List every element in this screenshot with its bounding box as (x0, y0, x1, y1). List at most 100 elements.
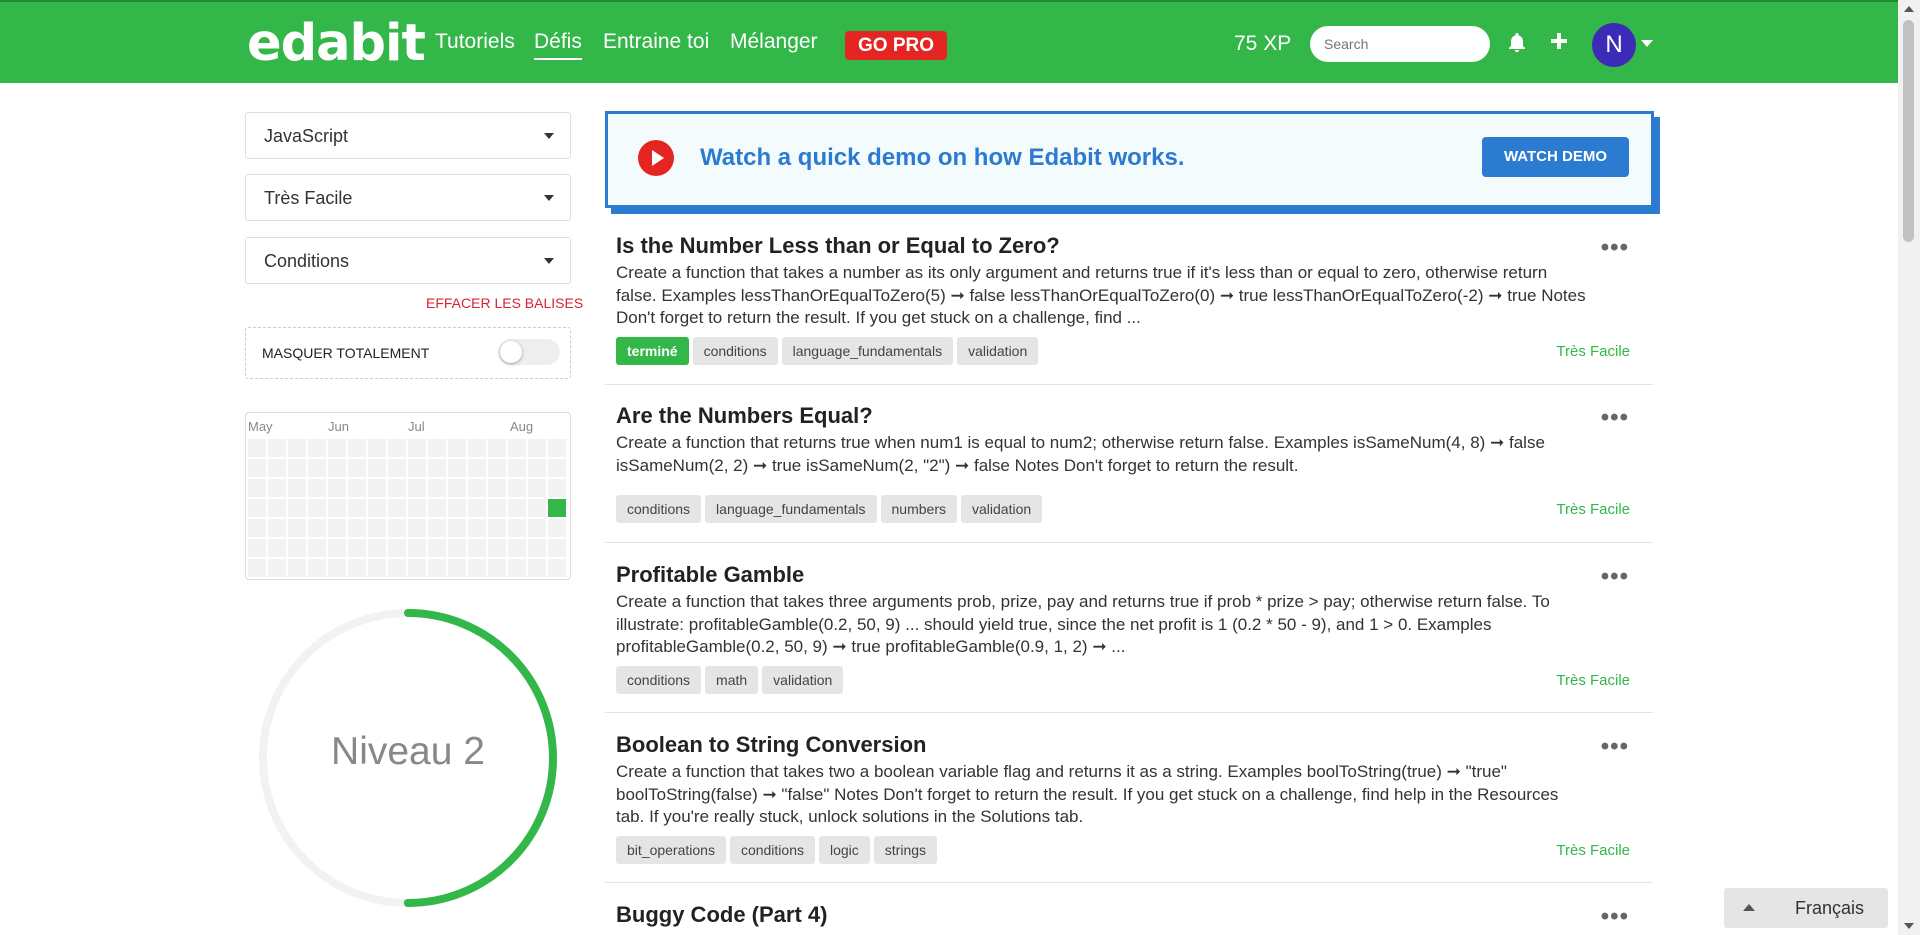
heatmap-cell (268, 519, 286, 537)
more-options-icon[interactable]: ••• (1601, 563, 1629, 591)
heatmap-cell (508, 539, 526, 557)
heatmap-cell (248, 539, 266, 557)
hide-completed-box: MASQUER TOTALEMENT (245, 327, 571, 379)
challenge-title[interactable]: Buggy Code (Part 4) (616, 902, 827, 928)
watch-demo-button[interactable]: WATCH DEMO (1482, 137, 1629, 177)
difficulty-select[interactable]: Très Facile (245, 174, 571, 221)
heatmap-cell (388, 559, 406, 577)
heatmap-cell (348, 479, 366, 497)
heatmap-cell (508, 479, 526, 497)
tag[interactable]: language_fundamentals (781, 337, 954, 365)
tag[interactable]: language_fundamentals (705, 495, 877, 523)
tag[interactable]: math (705, 666, 759, 694)
heatmap-cell (268, 439, 286, 457)
heatmap-cell (528, 439, 546, 457)
heatmap-cell (428, 439, 446, 457)
heatmap-cell (328, 479, 346, 497)
heatmap-cell (508, 559, 526, 577)
tag[interactable]: conditions (729, 836, 815, 864)
toggle-knob (500, 341, 522, 363)
tag-select-value: Conditions (264, 251, 350, 271)
heatmap-cell (248, 459, 266, 477)
more-options-icon[interactable]: ••• (1601, 404, 1629, 432)
bell-icon[interactable] (1508, 32, 1526, 60)
heatmap-cell (548, 459, 566, 477)
tag[interactable]: validation (960, 495, 1043, 523)
challenge-card[interactable]: Are the Numbers Equal? Create a function… (605, 403, 1653, 543)
avatar[interactable]: N (1592, 23, 1636, 67)
page-scrollbar[interactable] (1898, 0, 1920, 935)
demo-text: Watch a quick demo on how Edabit works. (700, 144, 1185, 171)
go-pro-button[interactable]: GO PRO (845, 31, 947, 60)
heatmap-cell (388, 499, 406, 517)
heatmap-cell (388, 459, 406, 477)
heatmap-cell (328, 459, 346, 477)
clear-tags-link[interactable]: EFFACER LES BALISES (426, 295, 583, 311)
hide-completed-toggle[interactable] (498, 339, 560, 365)
heatmap-cell (368, 519, 386, 537)
challenge-card[interactable]: Is the Number Less than or Equal to Zero… (605, 233, 1653, 385)
challenge-card[interactable]: Buggy Code (Part 4) ••• (605, 902, 1653, 935)
heatmap-cell (308, 559, 326, 577)
heatmap-cell (308, 459, 326, 477)
nav-practice[interactable]: Entraine toi (603, 30, 709, 54)
tag[interactable]: conditions (616, 666, 702, 694)
tag[interactable]: numbers (880, 495, 957, 523)
scroll-thumb[interactable] (1903, 20, 1914, 242)
challenge-title[interactable]: Profitable Gamble (616, 562, 804, 588)
challenge-title[interactable]: Is the Number Less than or Equal to Zero… (616, 233, 1060, 259)
tag[interactable]: logic (819, 836, 870, 864)
challenge-description: Create a function that takes a number as… (616, 263, 1586, 327)
challenge-card[interactable]: Boolean to String Conversion Create a fu… (605, 732, 1653, 883)
scroll-down-arrow-icon[interactable] (1904, 923, 1914, 929)
heatmap-cell (528, 479, 546, 497)
heatmap-cell (448, 439, 466, 457)
heatmap-cell (388, 479, 406, 497)
tag-list: terminé conditions language_fundamentals… (616, 337, 1039, 365)
difficulty-label: Très Facile (1556, 842, 1630, 859)
tag[interactable]: bit_operations (616, 836, 726, 864)
heatmap-cell (268, 479, 286, 497)
plus-icon[interactable] (1549, 31, 1569, 57)
heatmap-cell (328, 499, 346, 517)
search-input[interactable] (1310, 26, 1490, 62)
heatmap-cell (348, 439, 366, 457)
heatmap-cell (508, 519, 526, 537)
chevron-down-icon[interactable] (1641, 35, 1653, 51)
challenge-description: Create a function that takes two a boole… (616, 762, 1559, 826)
tag-select[interactable]: Conditions (245, 237, 571, 284)
language-select[interactable]: JavaScript (245, 112, 571, 159)
tag[interactable]: strings (873, 836, 938, 864)
heatmap-cell (408, 479, 426, 497)
heatmap-cell (388, 519, 406, 537)
language-picker[interactable]: Français (1724, 888, 1888, 928)
more-options-icon[interactable]: ••• (1601, 903, 1629, 931)
nav-shuffle[interactable]: Mélanger (730, 30, 818, 54)
tag-completed[interactable]: terminé (616, 337, 689, 365)
tag[interactable]: validation (957, 337, 1039, 365)
challenge-title[interactable]: Boolean to String Conversion (616, 732, 926, 758)
heatmap-cell (448, 519, 466, 537)
demo-banner: Watch a quick demo on how Edabit works. … (605, 111, 1654, 208)
edabit-logo[interactable]: edabit (247, 14, 426, 73)
tag[interactable]: validation (762, 666, 844, 694)
difficulty-label: Très Facile (1556, 343, 1630, 360)
heatmap-cell (548, 439, 566, 457)
xp-counter: 75 XP (1234, 32, 1292, 55)
heatmap-cell (368, 499, 386, 517)
play-icon[interactable] (638, 140, 674, 176)
tag[interactable]: conditions (692, 337, 778, 365)
scroll-up-arrow-icon[interactable] (1904, 6, 1914, 12)
more-options-icon[interactable]: ••• (1601, 234, 1629, 262)
nav-tutorials[interactable]: Tutoriels (435, 30, 515, 54)
more-options-icon[interactable]: ••• (1601, 733, 1629, 761)
challenge-card[interactable]: Profitable Gamble Create a function that… (605, 562, 1653, 713)
dropdown-arrow-icon (544, 133, 554, 139)
heatmap-cell (288, 499, 306, 517)
heatmap-cell (328, 519, 346, 537)
heatmap-cell (488, 539, 506, 557)
challenge-title[interactable]: Are the Numbers Equal? (616, 403, 873, 429)
tag[interactable]: conditions (616, 495, 702, 523)
nav-challenges[interactable]: Défis (534, 30, 582, 60)
heatmap-cell (268, 539, 286, 557)
